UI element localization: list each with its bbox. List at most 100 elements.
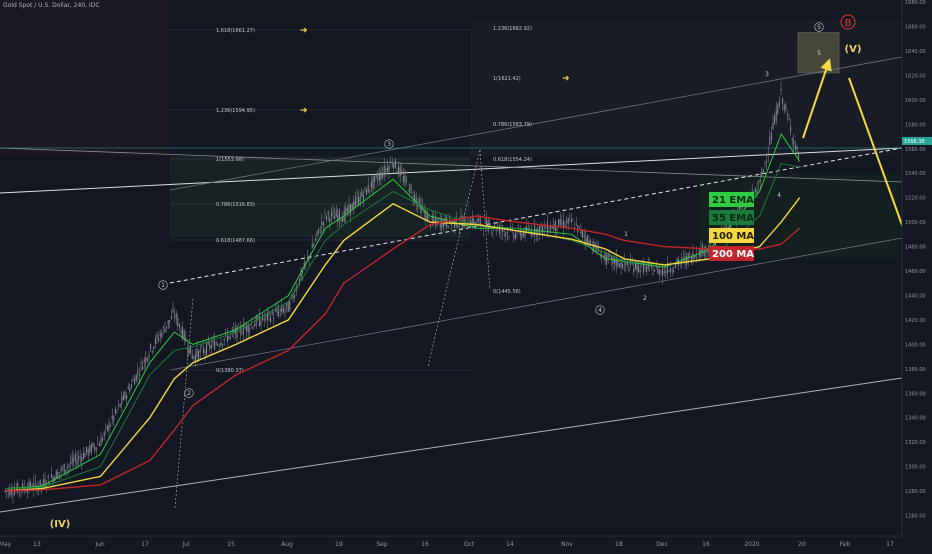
candle-body (274, 310, 276, 312)
candle-body (79, 456, 81, 458)
legend-label: 200 MA (712, 249, 754, 260)
candle-body (551, 226, 553, 229)
fib-right-label: 1.236(1662.92) (493, 26, 532, 32)
candle-body (50, 473, 52, 478)
candle-body (626, 262, 628, 266)
price-tick-label: 1460.00 (905, 269, 926, 275)
candle-body (122, 395, 124, 401)
chart-root[interactable]: 1.618(1661.27) 1.236(1594.95) 1(1553.98) 0.… (0, 0, 932, 550)
fib-left-label: 1.236(1594.95) (216, 108, 255, 114)
candle-body (556, 228, 558, 231)
candle-body (370, 181, 372, 188)
candle-body (110, 425, 112, 427)
candle-body (479, 217, 481, 226)
candle-body (326, 216, 328, 220)
candle-body (202, 348, 204, 354)
candle-body (430, 225, 432, 227)
candle-body (260, 321, 262, 326)
candle-body (762, 169, 764, 173)
fib-zone-upper-left (0, 0, 170, 157)
candle-body (622, 264, 624, 270)
candle-body (137, 370, 139, 374)
candle-body (670, 268, 672, 272)
candle-body (767, 153, 769, 155)
candle-body (106, 425, 108, 431)
candle-body (606, 254, 608, 265)
candle-body (638, 265, 640, 273)
candle-body (697, 258, 699, 260)
time-tick-label: 19 (335, 541, 343, 548)
candle-body (375, 174, 377, 177)
candle-body (398, 165, 400, 174)
time-tick-label: 20 (798, 541, 806, 548)
candle-body (785, 104, 787, 109)
candle-body (542, 226, 544, 234)
time-tick-label: 17 (141, 541, 149, 548)
candle-body (319, 231, 321, 234)
candle-body (772, 122, 774, 130)
candle-body (82, 452, 84, 459)
candle-body (223, 338, 225, 341)
candle-body (142, 366, 144, 370)
candle-body (41, 483, 43, 486)
price-tick-label: 1600.00 (905, 98, 926, 104)
candle-body (58, 472, 60, 474)
candle-body (759, 179, 761, 182)
candle-body (161, 332, 163, 338)
candle-body (790, 126, 792, 132)
candle-body (348, 204, 350, 212)
candle-body (276, 308, 278, 313)
candle-body (330, 212, 332, 217)
price-tick-label: 1540.00 (905, 171, 926, 177)
candle-body (314, 238, 316, 241)
candle-body (492, 230, 494, 231)
candle-body (532, 234, 534, 236)
elliott-wave-chart[interactable]: 1.618(1661.27) 1.236(1594.95) 1(1553.98) 0.… (0, 0, 932, 550)
candle-body (401, 171, 403, 173)
candle-body (654, 269, 656, 272)
price-tick-label: 1260.00 (905, 514, 926, 520)
candle-body (196, 348, 198, 357)
candle-body (380, 171, 382, 180)
candle-body (463, 218, 465, 228)
candle-body (545, 228, 547, 230)
candle-body (71, 457, 73, 464)
candle-body (74, 454, 76, 460)
candle-body (575, 223, 577, 225)
candle-body (396, 171, 398, 173)
candle-body (218, 345, 220, 347)
price-tick-label: 1680.00 (905, 0, 926, 6)
candle-body (316, 231, 318, 235)
candle-body (358, 196, 360, 205)
price-tick-label: 1640.00 (905, 49, 926, 55)
candle-body (294, 294, 296, 298)
candle-body (97, 443, 99, 445)
legend-label: 100 MA (712, 231, 754, 242)
candle-body (238, 324, 240, 326)
candle-body (590, 240, 592, 243)
candle-body (73, 459, 75, 462)
candle-body (138, 373, 140, 376)
candle-body (98, 444, 100, 447)
candle-body (306, 257, 308, 259)
candle-body (433, 220, 435, 222)
candle-body (607, 254, 609, 258)
candle-body (689, 253, 691, 255)
candle-body (364, 187, 366, 189)
candle-body (393, 164, 395, 169)
candle-body (780, 88, 782, 91)
candle-body (145, 356, 147, 363)
candle-body (604, 252, 606, 262)
candle-body (775, 109, 777, 121)
candle-body (105, 426, 107, 428)
candle-body (321, 221, 323, 225)
candle-body (86, 446, 88, 453)
candle-body (287, 301, 289, 312)
candle-body (63, 464, 65, 474)
time-tick-label: 13 (33, 541, 41, 548)
price-tick-label: 1340.00 (905, 416, 926, 422)
candle-body (567, 218, 569, 224)
candle-body (132, 379, 134, 381)
price-tick-label: 1500.00 (905, 220, 926, 226)
candle-body (119, 404, 121, 407)
